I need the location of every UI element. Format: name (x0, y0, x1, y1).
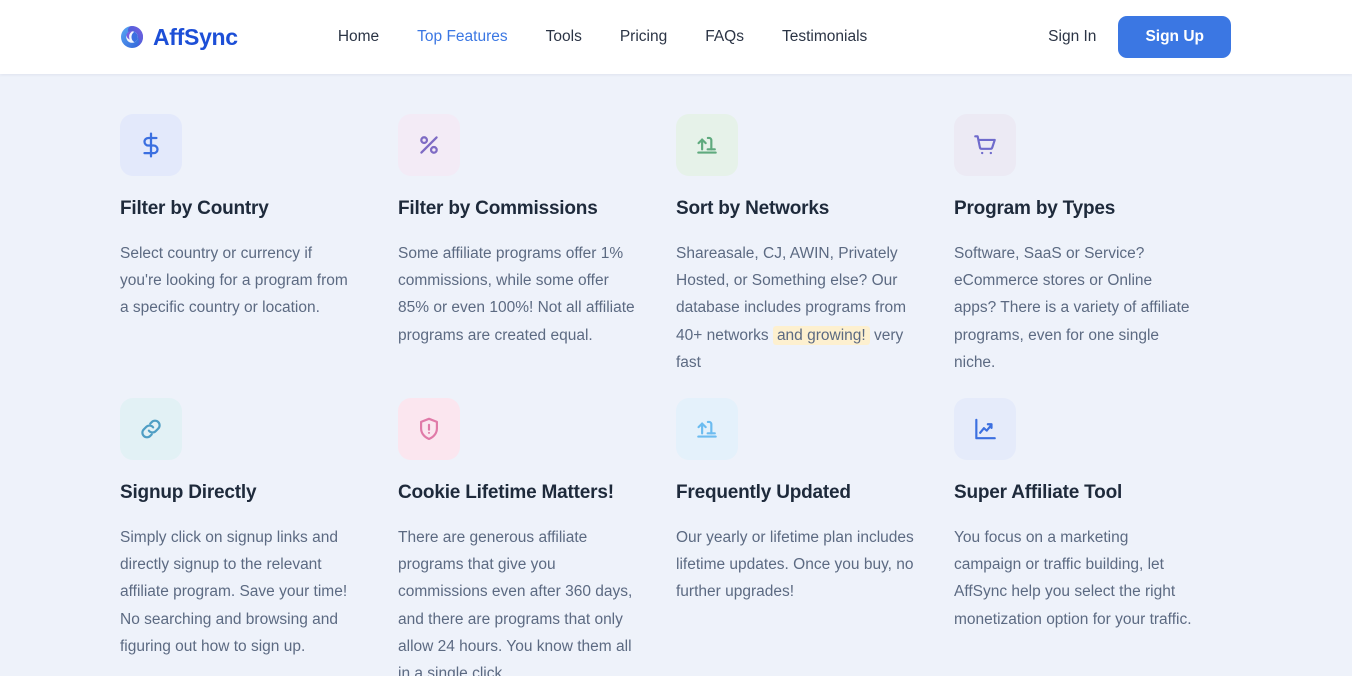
feature-body: Our yearly or lifetime plan includes lif… (676, 528, 914, 601)
sort-ascending-icon-tile (676, 114, 738, 176)
auth-actions: Sign In Sign Up (1048, 16, 1231, 58)
feature-card-signup-directly: Signup Directly Simply click on signup l… (120, 380, 398, 676)
shopping-cart-icon-tile (954, 114, 1016, 176)
feature-title: Program by Types (954, 198, 1116, 219)
features-grid: Filter by Country Select country or curr… (0, 74, 1352, 676)
feature-title: Frequently Updated (676, 482, 851, 504)
feature-body: Simply click on signup links and directl… (120, 528, 348, 655)
link-chain-icon (141, 419, 161, 439)
main-navigation: Home Top Features Tools Pricing FAQs Tes… (338, 28, 867, 46)
feature-title: Signup Directly (120, 482, 257, 504)
feature-card-cookie-lifetime-matters: Cookie Lifetime Matters! There are gener… (398, 380, 676, 676)
affsync-swirl-logo-icon (120, 25, 144, 49)
dollar-sign-icon (143, 132, 159, 158)
feature-card-program-by-types: Program by Types Software, SaaS or Servi… (954, 96, 1232, 380)
line-chart-icon (975, 418, 996, 440)
feature-card-filter-by-country: Filter by Country Select country or curr… (120, 96, 398, 380)
feature-body: There are generous affiliate programs th… (398, 528, 633, 676)
feature-title: Filter by Country (120, 198, 269, 219)
percent-icon (420, 136, 438, 154)
feature-title: Filter by Commissions (398, 198, 598, 219)
feature-card-super-affiliate-tool: Super Affiliate Tool You focus on a mark… (954, 380, 1232, 676)
feature-card-frequently-updated: Frequently Updated Our yearly or lifetim… (676, 380, 954, 676)
shield-alert-icon (420, 417, 438, 441)
sign-up-button[interactable]: Sign Up (1118, 16, 1231, 58)
sort-ascending-icon-tile (676, 398, 738, 461)
nav-item-pricing[interactable]: Pricing (620, 28, 667, 46)
brand-name: AffSync (153, 23, 238, 50)
feature-title: Sort by Networks (676, 198, 830, 219)
line-chart-icon-tile (954, 398, 1016, 461)
shopping-cart-icon (974, 135, 996, 155)
feature-body: Some affiliate programs offer 1% commiss… (398, 244, 635, 344)
feature-title: Cookie Lifetime Matters! (398, 482, 614, 504)
link-chain-icon-tile (120, 398, 182, 461)
percent-icon-tile (398, 114, 460, 176)
feature-body: Select country or currency if you're loo… (120, 244, 348, 317)
nav-item-tools[interactable]: Tools (546, 28, 582, 46)
site-header: AffSync Home Top Features Tools Pricing … (0, 0, 1352, 74)
sort-ascending-icon (697, 421, 717, 438)
feature-card-sort-by-networks: Sort by Networks Shareasale, CJ, AWIN, P… (676, 96, 954, 380)
sort-ascending-icon (697, 136, 717, 154)
dollar-sign-icon-tile (120, 114, 182, 176)
shield-alert-icon-tile (398, 398, 460, 461)
feature-body: Software, SaaS or Service? eCommerce sto… (954, 244, 1190, 371)
brand-logo[interactable]: AffSync (120, 24, 238, 51)
nav-item-testimonials[interactable]: Testimonials (782, 28, 867, 46)
nav-item-home[interactable]: Home (338, 28, 379, 46)
feature-card-filter-by-commissions: Filter by Commissions Some affiliate pro… (398, 96, 676, 380)
feature-body: Shareasale, CJ, AWIN, Privately Hosted, … (676, 240, 914, 376)
feature-body: You focus on a marketing campaign or tra… (954, 528, 1192, 628)
feature-body-highlight: and growing! (772, 325, 870, 345)
nav-item-top-features[interactable]: Top Features (417, 28, 507, 46)
nav-item-faqs[interactable]: FAQs (705, 28, 744, 46)
feature-title: Super Affiliate Tool (954, 482, 1123, 504)
sign-in-link[interactable]: Sign In (1048, 28, 1096, 46)
